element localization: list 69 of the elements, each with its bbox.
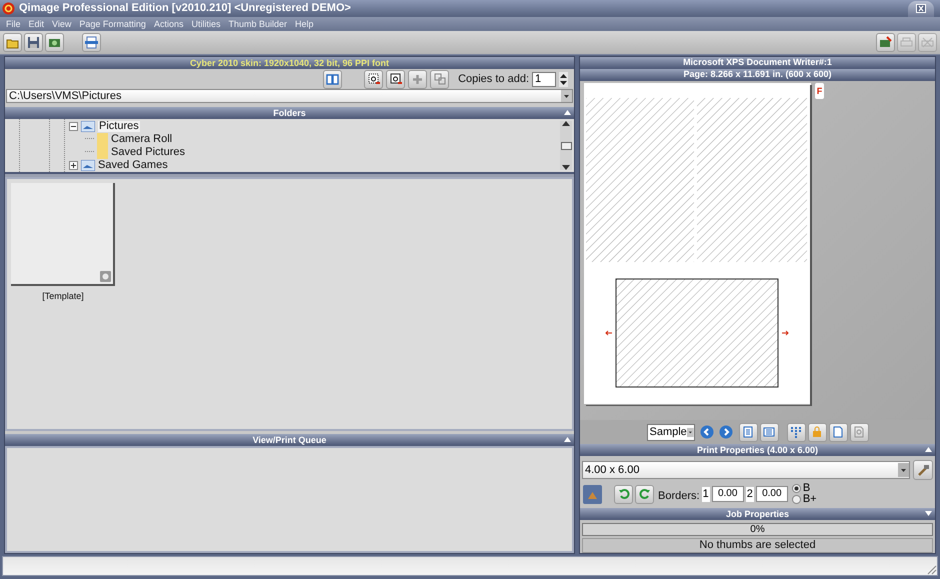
page-icon[interactable] [760,422,778,442]
scroll-down-icon[interactable] [562,165,570,170]
window-title: Qimage Professional Edition [v2010.210] <Unregistered DEMO> [19,1,351,16]
thumbnail[interactable] [11,183,115,286]
page-icon[interactable] [850,422,868,442]
copy-icon[interactable] [430,70,450,88]
radio-label: B+ [802,494,817,506]
view-select[interactable]: Sample [646,424,694,441]
collapse-icon[interactable] [925,447,932,452]
copies-input[interactable]: 1 [532,72,556,86]
app-logo-icon [2,2,15,15]
picture-folder-icon [81,160,95,171]
crop-button[interactable] [583,484,602,504]
panel-header: Page: 8.266 x 11.691 in. (600 x 600) [580,68,935,81]
save-icon[interactable] [24,33,43,52]
folder-tree-item[interactable]: Camera Roll [111,134,172,145]
status-message: No thumbs are selected [582,538,933,553]
radio-button[interactable] [792,484,801,494]
panel-header: Microsoft XPS Document Writer#:1 [580,57,935,69]
book-icon[interactable] [323,70,342,88]
collapse-icon[interactable] [564,110,571,115]
radio-label: B [802,483,810,494]
collapse-toggle-icon[interactable] [69,122,78,131]
resize-grip-icon[interactable] [925,563,937,575]
collapse-icon[interactable] [564,437,571,442]
border-label: 1 [702,486,710,502]
thumbnail-caption: [Template] [42,290,84,303]
dropdown-icon[interactable] [561,90,572,102]
previous-icon[interactable] [700,425,714,440]
close-icon [916,4,926,13]
folder-tree-item[interactable]: Pictures [98,121,140,132]
borders-label: Borders: [658,488,700,504]
radio-button[interactable] [792,495,801,504]
page-icon[interactable] [828,422,848,442]
select-icon[interactable] [364,70,384,88]
expand-icon[interactable] [925,511,932,516]
panel-header: Folders [5,107,574,119]
spinner-icon[interactable] [559,72,568,86]
grid-icon[interactable] [786,422,806,442]
close-button[interactable] [908,0,934,16]
copies-label: Copies to add: [458,72,529,87]
folder-tree-item[interactable]: Saved Games [98,160,168,171]
folder-icon [97,133,108,146]
tool-icon[interactable] [913,460,933,480]
page-tab[interactable]: F [815,82,824,99]
rotate-left-icon[interactable] [614,484,633,504]
expand-toggle-icon[interactable] [69,161,78,170]
panel-header: Print Properties (4.00 x 6.00) [580,444,935,456]
border-input[interactable]: 0.00 [756,486,788,502]
scroll-thumb[interactable] [560,142,572,150]
next-icon[interactable] [718,425,732,440]
path-combo[interactable]: C:\Users\VMS\Pictures [6,89,573,103]
open-folder-icon[interactable] [3,33,22,52]
rotate-right-icon[interactable] [635,484,654,504]
page-icon[interactable] [738,422,758,442]
border-input[interactable]: 0.00 [712,486,744,502]
progress-reading: 0% [750,522,765,536]
border-label: 2 [746,486,754,502]
picture-folder-icon [81,121,95,132]
scrollbar[interactable] [560,121,572,170]
select-icon[interactable] [386,70,406,88]
panel-header: Cyber 2010 skin: 1920x1040, 32 bit, 96 PPI font [5,57,574,69]
scroll-up-icon[interactable] [562,121,570,126]
size-combo[interactable]: 4.00 x 6.00 [582,461,910,480]
folder-icon [97,146,108,159]
dropdown-icon[interactable] [898,463,909,478]
panel-header: View/Print Queue [5,434,574,446]
folder-tree-item[interactable]: Saved Pictures [111,147,185,158]
panel-header: Job Properties [580,508,935,520]
